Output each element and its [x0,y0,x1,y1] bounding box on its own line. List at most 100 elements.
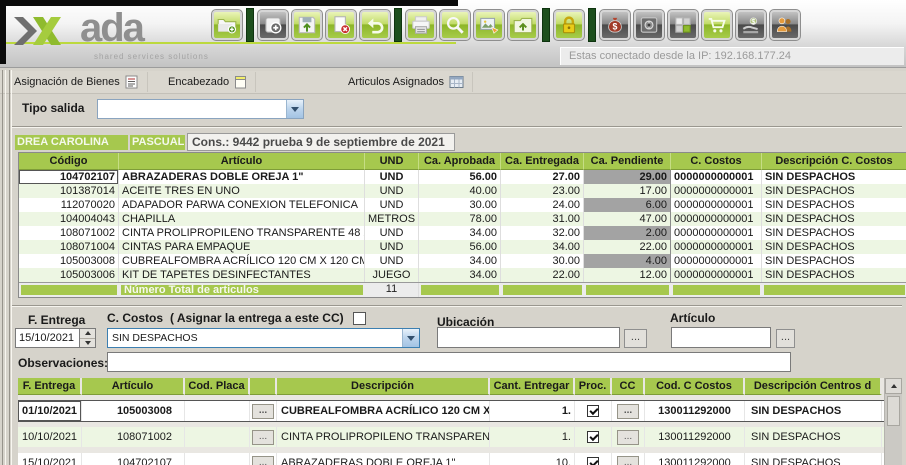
cell-f-entrega[interactable]: 10/10/2021 [18,427,82,447]
undo-button[interactable] [360,10,390,40]
cell-descripcion[interactable]: SIN DESPACHOS [762,198,906,212]
cell-descripcion[interactable]: SIN DESPACHOS [762,226,906,240]
cell-codigo[interactable]: 108071002 [19,226,119,240]
users-button[interactable] [770,10,800,40]
article-row[interactable]: 101387014ACEITE TRES EN UNOUND40.0023.00… [19,184,906,198]
c-costos-combobox[interactable]: SIN DESPACHOS [107,328,420,348]
cell-entregada[interactable]: 22.00 [501,268,584,282]
cell-und[interactable]: UND [365,254,419,268]
delete-button[interactable] [326,10,356,40]
cell-articulo[interactable]: CINTAS PARA EMPAQUE [119,240,365,254]
cell-pendiente[interactable]: 2.00 [584,226,671,240]
article-row[interactable]: 105003008CUBREALFOMBRA ACRÍLICO 120 CM X… [19,254,906,268]
cell-und[interactable]: UND [365,240,419,254]
spinner-down-button[interactable] [80,339,95,348]
vault-button[interactable] [634,10,664,40]
tab-asignacion-de-bienes[interactable]: Asignación de Bienes [6,72,148,92]
cell-descripcion[interactable]: CUBREALFOMBRA ACRÍLICO 120 CM X 120 [277,401,490,421]
dropdown-button[interactable] [286,100,303,118]
cell-und[interactable]: UND [365,198,419,212]
cell-codigo[interactable]: 112070020 [19,198,119,212]
entrega-row[interactable]: 01/10/2021105003008...CUBREALFOMBRA ACRÍ… [18,401,884,421]
cell-entregada[interactable]: 27.00 [501,170,584,184]
cell-descripcion[interactable]: SIN DESPACHOS [762,254,906,268]
save-button[interactable] [292,10,322,40]
spinner-up-button[interactable] [80,329,95,339]
cell-codigo[interactable]: 105003008 [19,254,119,268]
cell-entregada[interactable]: 31.00 [501,212,584,226]
observaciones-input[interactable] [107,352,791,372]
articulo-lookup-button[interactable]: ... [776,329,795,348]
cell-c-costos[interactable]: 0000000000001 [671,268,762,282]
ubicacion-lookup-button[interactable]: ... [624,329,647,348]
payments-button[interactable]: $ [736,10,766,40]
cell-cod-c-costos[interactable]: 130011292000 [645,453,745,465]
cell-aprobada[interactable]: 56.00 [419,170,501,184]
cell-articulo[interactable]: KIT DE TAPETES DESINFECTANTES [119,268,365,282]
proc-checkbox[interactable] [587,431,599,443]
article-row[interactable]: 105003006KIT DE TAPETES DESINFECTANTESJU… [19,268,906,282]
assign-cc-checkbox[interactable] [353,312,366,325]
upload-folder-button[interactable] [508,10,538,40]
cell-c-costos[interactable]: 0000000000001 [671,212,762,226]
articulo-input[interactable] [671,327,771,348]
proc-checkbox[interactable] [587,405,599,417]
cell-articulo[interactable]: ABRAZADERAS DOBLE OREJA 1" [119,170,365,184]
cell-entregada[interactable]: 30.00 [501,254,584,268]
cell-descripcion[interactable]: SIN DESPACHOS [762,170,906,184]
cell-codigo[interactable]: 101387014 [19,184,119,198]
f-entrega-date-input[interactable]: 15/10/2021 [15,328,96,348]
cell-und[interactable]: UND [365,184,419,198]
cell-cant-entregar[interactable]: 1. [490,427,575,447]
money-bag-button[interactable]: $ [600,10,630,40]
cc-lookup-button[interactable]: ... [617,456,639,465]
cell-descripcion[interactable]: SIN DESPACHOS [762,184,906,198]
cell-cod-c-costos[interactable]: 130011292000 [645,401,745,421]
cell-articulo[interactable]: CHAPILLA [119,212,365,226]
scroll-thumb[interactable] [887,396,900,426]
ubicacion-input[interactable] [437,327,620,348]
cell-pendiente[interactable]: 12.00 [584,268,671,282]
scroll-up-button[interactable] [885,378,902,394]
cell-c-costos[interactable]: 0000000000001 [671,184,762,198]
export-button[interactable] [474,10,504,40]
cell-pendiente[interactable]: 17.00 [584,184,671,198]
cell-articulo[interactable]: 104702107 [82,453,185,465]
cell-cod-placa[interactable] [185,427,250,447]
cell-articulo[interactable]: ACEITE TRES EN UNO [119,184,365,198]
cell-pendiente[interactable]: 29.00 [584,170,671,184]
entrega-row[interactable]: 15/10/2021104702107... ABRAZADERAS DOBLE … [18,453,884,465]
cell-articulo[interactable]: 105003008 [82,401,185,421]
article-row[interactable]: 108071004CINTAS PARA EMPAQUEUND56.0034.0… [19,240,906,254]
cell-c-costos[interactable]: 0000000000001 [671,170,762,184]
cell-aprobada[interactable]: 40.00 [419,184,501,198]
cell-cod-placa[interactable] [185,453,250,465]
cell-aprobada[interactable]: 30.00 [419,198,501,212]
print-button[interactable] [406,10,436,40]
lock-button[interactable] [554,10,584,40]
cell-descripcion-cc[interactable]: SIN DESPACHOS [745,427,882,447]
dropdown-button[interactable] [402,329,419,347]
cell-entregada[interactable]: 24.00 [501,198,584,212]
cc-lookup-button[interactable]: ... [617,430,639,445]
cell-aprobada[interactable]: 34.00 [419,226,501,240]
open-folder-button[interactable] [212,10,242,40]
entrega-row[interactable]: 10/10/2021108071002... CINTA PROLIPROPILE… [18,427,884,447]
cell-descripcion[interactable]: SIN DESPACHOS [762,212,906,226]
placa-lookup-button[interactable]: ... [252,404,274,419]
cell-pendiente[interactable]: 22.00 [584,240,671,254]
cell-cod-placa[interactable] [185,401,250,421]
cell-descripcion[interactable]: ABRAZADERAS DOBLE OREJA 1" [277,453,490,465]
cell-descripcion[interactable]: CINTA PROLIPROPILENO TRANSPARENTE 4 [277,427,490,447]
cell-c-costos[interactable]: 0000000000001 [671,240,762,254]
cell-codigo[interactable]: 105003006 [19,268,119,282]
cell-articulo[interactable]: 108071002 [82,427,185,447]
cell-articulo[interactable]: CUBREALFOMBRA ACRÍLICO 120 CM X 120 CM [119,254,365,268]
cell-aprobada[interactable]: 34.00 [419,254,501,268]
tipo-salida-combobox[interactable] [97,99,304,119]
cell-entregada[interactable]: 32.00 [501,226,584,240]
cart-button[interactable] [702,10,732,40]
cell-f-entrega[interactable]: 15/10/2021 [18,453,82,465]
cell-c-costos[interactable]: 0000000000001 [671,254,762,268]
new-record-button[interactable] [258,10,288,40]
